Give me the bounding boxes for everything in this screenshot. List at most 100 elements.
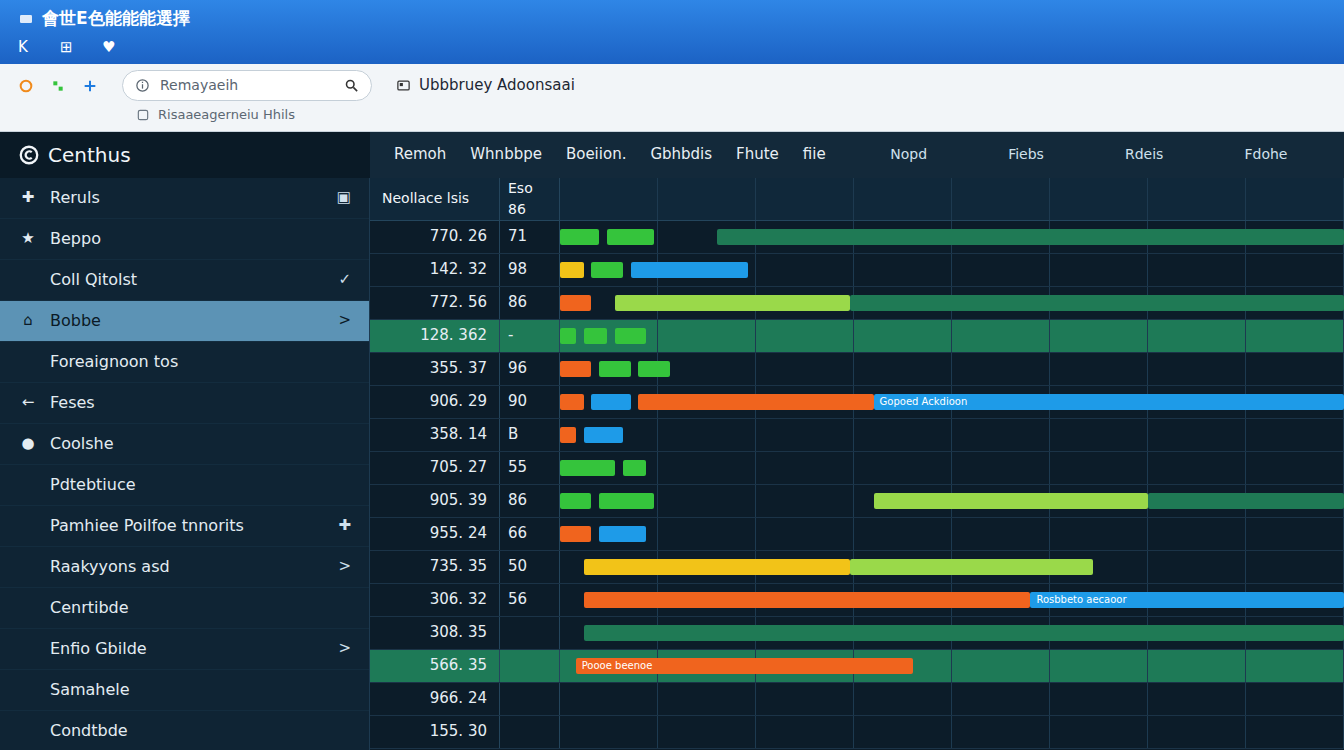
gantt-bar[interactable]	[584, 592, 1031, 608]
sidebar-item[interactable]: Raakyyons asd >	[0, 547, 369, 588]
gantt-bar[interactable]	[560, 526, 591, 542]
sidebar-label[interactable]: Coll Qitolst	[50, 268, 326, 292]
reload-icon[interactable]	[18, 78, 34, 94]
gantt-bar[interactable]	[850, 295, 1344, 311]
gantt-bar[interactable]	[717, 229, 1344, 245]
table-row[interactable]: 355. 3796	[370, 353, 1344, 386]
toolbar-button[interactable]: ⊞	[60, 36, 78, 59]
table-row[interactable]: 705. 2755	[370, 452, 1344, 485]
gantt-bar[interactable]	[623, 460, 647, 476]
sidebar-item[interactable]: Coll Qitolst ✓	[0, 260, 369, 301]
gantt-bar[interactable]	[560, 394, 584, 410]
sidebar-label[interactable]: Raakyyons asd	[50, 555, 326, 579]
table-row[interactable]: 142. 3298	[370, 254, 1344, 287]
sidebar-label[interactable]: Enfio Gbilde	[50, 637, 326, 661]
gantt-bar[interactable]	[560, 427, 576, 443]
table-row[interactable]: 735. 3550	[370, 551, 1344, 584]
table-row[interactable]: 772. 5686	[370, 287, 1344, 320]
gantt-bar[interactable]	[615, 328, 646, 344]
table-row[interactable]: 966. 24	[370, 683, 1344, 716]
sidebar-item[interactable]: ⌂Bobbe>	[0, 301, 369, 342]
gantt-bar[interactable]	[560, 229, 599, 245]
sidebar-label[interactable]: Bobbe	[50, 309, 326, 333]
gantt-bar[interactable]: Rosbbeto aecaoor	[1030, 592, 1344, 608]
sidebar-trail-icon[interactable]: >	[338, 309, 351, 332]
sidebar-trail-icon[interactable]: >	[338, 555, 351, 578]
sidebar-label[interactable]: Condtbde	[50, 719, 351, 743]
table-row[interactable]: 906. 2990Gopoed Ackdioon	[370, 386, 1344, 419]
sidebar-item[interactable]: ←Feses	[0, 383, 369, 424]
sidebar-item[interactable]: Condtbde	[0, 711, 369, 750]
browser-tab[interactable]: Ubbbruey Adoonsaai	[396, 74, 575, 97]
share-icon[interactable]	[82, 78, 98, 94]
gantt-bar[interactable]	[591, 394, 630, 410]
gantt-bar[interactable]	[560, 493, 591, 509]
table-row[interactable]: 306. 3256Rosbbeto aecaoor	[370, 584, 1344, 617]
tab-label[interactable]: Ubbbruey Adoonsaai	[419, 74, 575, 97]
table-row[interactable]: 155. 30	[370, 716, 1344, 749]
sidebar-item[interactable]: Cenrtibde	[0, 588, 369, 629]
sidebar-item[interactable]: ★Beppo	[0, 219, 369, 260]
search-icon[interactable]	[344, 78, 359, 93]
sidebar-label[interactable]: Coolshe	[50, 432, 351, 456]
menu-item[interactable]: Gbhbdis	[650, 143, 712, 166]
menu-item[interactable]: fiie	[803, 143, 826, 166]
search-field[interactable]	[122, 70, 372, 101]
gantt-bar[interactable]	[584, 625, 1344, 641]
address-text[interactable]: Risaaeagerneiu Hhils	[158, 105, 295, 125]
gantt-bar[interactable]	[560, 460, 615, 476]
table-row[interactable]: 905. 3986	[370, 485, 1344, 518]
sidebar-label[interactable]: Cenrtibde	[50, 596, 351, 620]
sidebar-item[interactable]: Enfio Gbilde >	[0, 629, 369, 670]
toolbar-button[interactable]: K	[18, 36, 36, 59]
gantt-bar[interactable]	[560, 295, 591, 311]
logo[interactable]: Centhus	[0, 132, 370, 178]
menu-item[interactable]: Whnbbpe	[470, 143, 542, 166]
gantt-bar[interactable]	[638, 361, 669, 377]
gantt-bar[interactable]	[638, 394, 873, 410]
gantt-bar[interactable]	[599, 526, 646, 542]
column-header[interactable]: Eso 86	[500, 178, 560, 220]
sidebar-trail-icon[interactable]: ✚	[338, 514, 351, 537]
sidebar-label[interactable]: Pamhiee Poilfoe tnnorits	[50, 514, 326, 538]
gantt-bar[interactable]	[560, 361, 591, 377]
sidebar-trail-icon[interactable]: ✓	[338, 268, 351, 291]
sidebar-item[interactable]: ✚Reruls▣	[0, 178, 369, 219]
sidebar-trail-icon[interactable]: >	[338, 637, 351, 660]
sidebar-label[interactable]: Reruls	[50, 186, 325, 210]
gantt-bar[interactable]	[584, 427, 623, 443]
sidebar-label[interactable]: Samahele	[50, 678, 351, 702]
sidebar-label[interactable]: Pdtebtiuce	[50, 473, 351, 497]
sidebar-label[interactable]: Foreaignoon tos	[50, 350, 351, 374]
sidebar-item[interactable]: Pamhiee Poilfoe tnnorits ✚	[0, 506, 369, 547]
gantt-bar[interactable]	[591, 262, 622, 278]
sidebar-item[interactable]: ●Coolshe	[0, 424, 369, 465]
menu-item[interactable]: Remoh	[394, 143, 446, 166]
gantt-bar[interactable]	[584, 328, 608, 344]
gantt-bar[interactable]	[874, 493, 1148, 509]
sidebar-trail-icon[interactable]: ▣	[337, 186, 351, 209]
table-row[interactable]: 358. 14B	[370, 419, 1344, 452]
gantt-bar[interactable]	[599, 361, 630, 377]
table-row[interactable]: 955. 2466	[370, 518, 1344, 551]
gantt-bar[interactable]: Gopoed Ackdioon	[874, 394, 1344, 410]
menu-item[interactable]: Boeiion.	[566, 143, 626, 166]
sidebar-item[interactable]: Pdtebtiuce	[0, 465, 369, 506]
sidebar-item[interactable]: Samahele	[0, 670, 369, 711]
gantt-bar[interactable]	[560, 262, 584, 278]
sidebar-item[interactable]: Foreaignoon tos	[0, 342, 369, 383]
gantt-bar[interactable]	[631, 262, 749, 278]
logo-text[interactable]: Centhus	[48, 140, 131, 170]
gantt-bar[interactable]	[599, 493, 654, 509]
extension-icon[interactable]	[50, 78, 66, 94]
gantt-bar[interactable]	[560, 328, 576, 344]
gantt-bar[interactable]	[615, 295, 850, 311]
table-row[interactable]: 128. 362-	[370, 320, 1344, 353]
column-header[interactable]: Neollace lsis	[370, 178, 500, 220]
sidebar-label[interactable]: Beppo	[50, 227, 351, 251]
gantt-bar[interactable]	[850, 559, 1093, 575]
gantt-bar[interactable]	[1148, 493, 1344, 509]
menu-item[interactable]: Fhute	[736, 143, 779, 166]
sidebar-label[interactable]: Feses	[50, 391, 351, 415]
table-row[interactable]: 566. 35Poooe beenoe	[370, 650, 1344, 683]
